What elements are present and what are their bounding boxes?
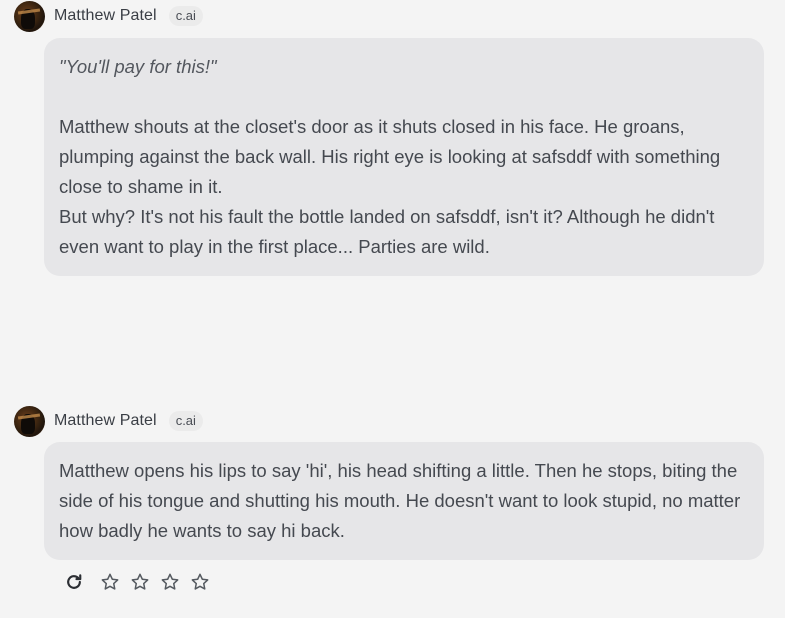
star-rating-button[interactable]: [128, 570, 152, 594]
ai-badge: c.ai: [168, 411, 203, 431]
star-rating-button[interactable]: [158, 570, 182, 594]
regenerate-button[interactable]: [62, 570, 86, 594]
message-paragraph: But why? It's not his fault the bottle l…: [59, 206, 715, 257]
star-icon: [131, 573, 149, 590]
message-paragraph: Matthew opens his lips to say 'hi', his …: [59, 460, 741, 541]
message-header: Matthew Patel c.ai: [14, 0, 203, 32]
message-header: Matthew Patel c.ai: [14, 405, 203, 437]
star-icon: [101, 573, 119, 590]
message-paragraph: Matthew shouts at the closet's door as i…: [59, 116, 721, 197]
avatar[interactable]: [14, 0, 45, 32]
avatar[interactable]: [14, 405, 45, 437]
star-rating: [98, 570, 218, 594]
star-rating-button[interactable]: [98, 570, 122, 594]
message-bubble: Matthew opens his lips to say 'hi', his …: [44, 442, 764, 560]
message-actions: [62, 570, 218, 594]
star-icon: [191, 573, 209, 590]
star-icon: [161, 573, 179, 590]
author-name[interactable]: Matthew Patel: [54, 7, 157, 25]
star-rating-button[interactable]: [188, 570, 212, 594]
refresh-icon: [67, 574, 82, 589]
message-quote: "You'll pay for this!": [59, 56, 217, 77]
author-name[interactable]: Matthew Patel: [54, 412, 157, 430]
ai-badge: c.ai: [168, 6, 203, 26]
message-bubble: "You'll pay for this!" Matthew shouts at…: [44, 38, 764, 276]
